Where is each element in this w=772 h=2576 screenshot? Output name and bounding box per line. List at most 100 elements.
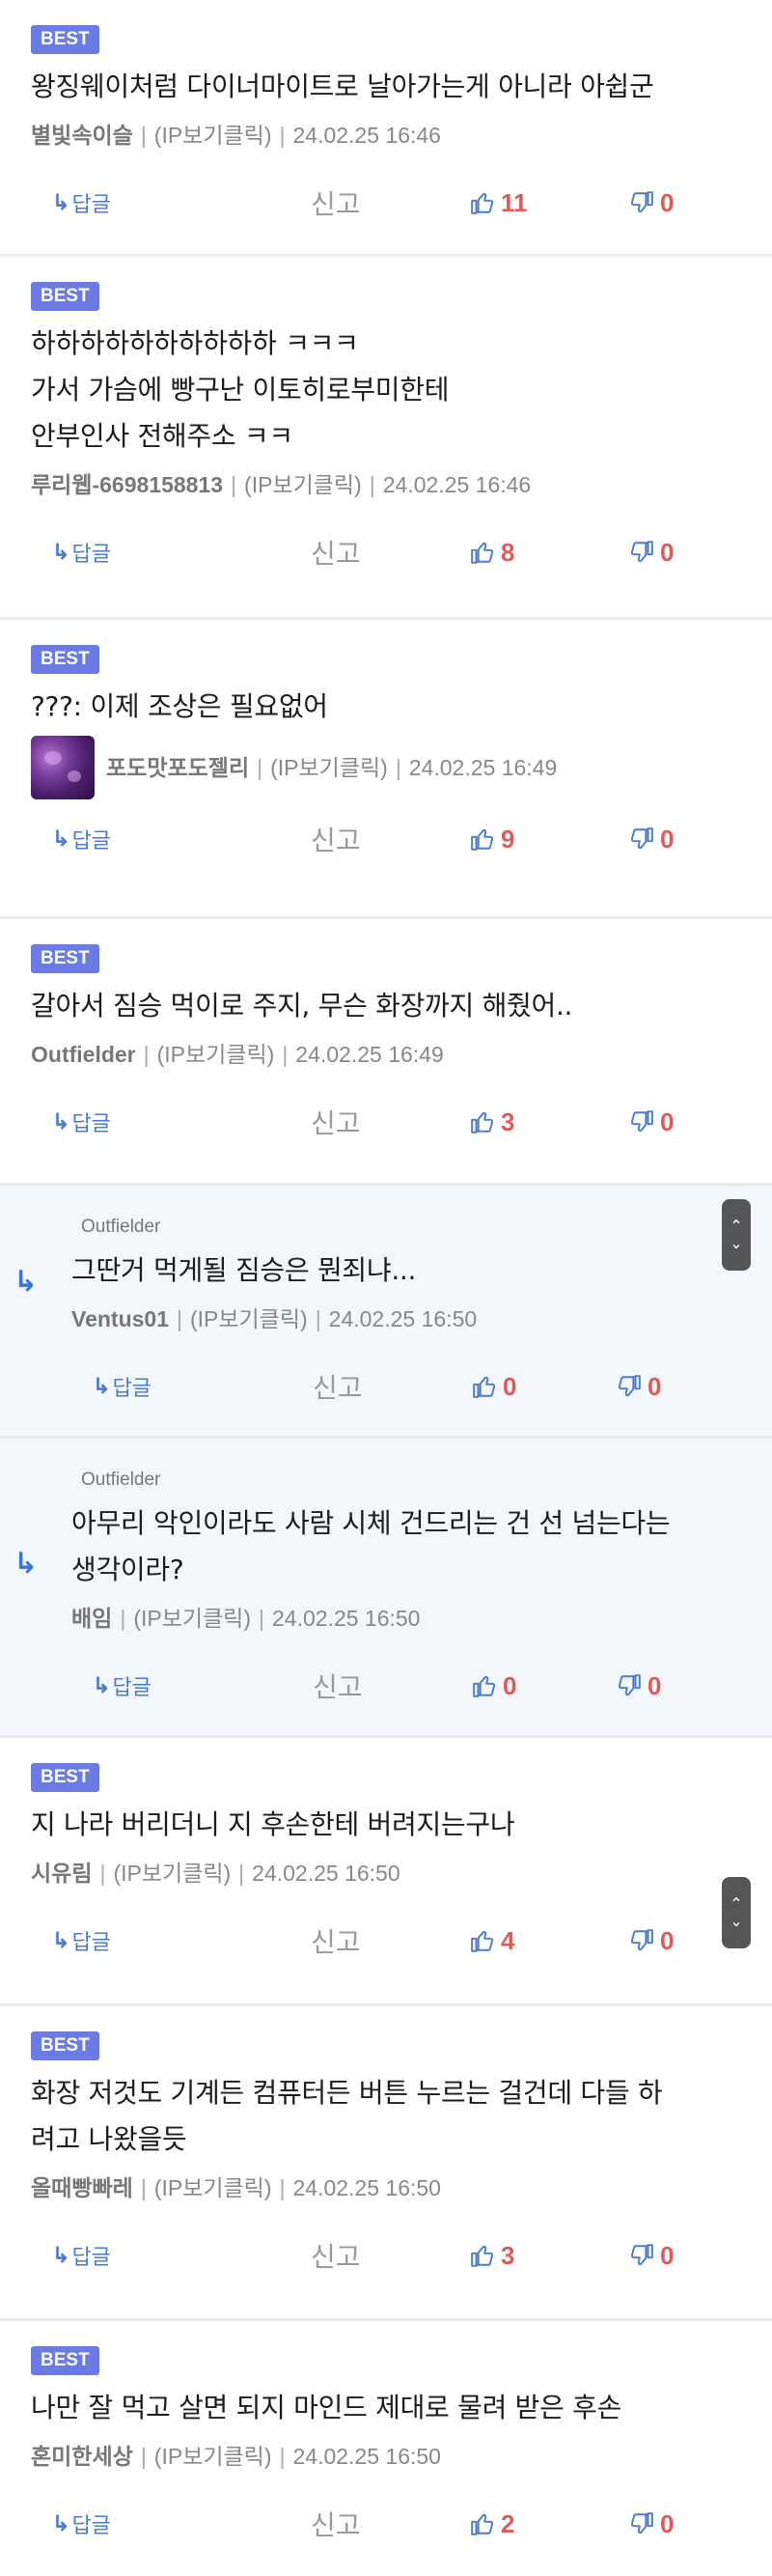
comment-text: 그딴거 먹게될 짐승은 뭔죄냐... [71, 1254, 417, 1286]
nickname[interactable]: 올때빵빠레 [31, 2169, 133, 2207]
nickname[interactable]: Outfielder [31, 1035, 136, 1074]
timestamp: 24.02.25 16:46 [382, 472, 532, 497]
thumbs-up-icon [471, 1930, 494, 1952]
comment-meta: 혼미한세상 | (IP보기클릭) | 24.02.25 16:50 [31, 2437, 741, 2476]
ip-link[interactable]: (IP보기클릭) [190, 1300, 308, 1338]
report-button[interactable]: 신고 [311, 1103, 470, 1141]
ip-link[interactable]: (IP보기클릭) [154, 2437, 272, 2476]
like-button[interactable]: 0 [472, 1372, 617, 1402]
best-badge: BEST [31, 944, 99, 973]
ip-link[interactable]: (IP보기클릭) [133, 1599, 251, 1638]
report-button[interactable]: 신고 [313, 1367, 472, 1406]
divider: | [143, 1042, 150, 1067]
reply-arrow-icon: ↳ [93, 1673, 111, 1697]
comment-item: BEST 하하하하하하하하하하 ㅋㅋㅋ 가서 가슴에 빵구난 이토히로부미한테 … [0, 257, 772, 620]
report-button[interactable]: 신고 [313, 1666, 472, 1705]
dislike-button[interactable]: 0 [629, 2241, 674, 2271]
ip-link[interactable]: (IP보기클릭) [157, 1035, 275, 1074]
like-button[interactable]: 3 [470, 2241, 629, 2271]
report-button[interactable]: 신고 [311, 820, 470, 858]
like-button[interactable]: 11 [470, 188, 629, 218]
like-button[interactable]: 8 [470, 538, 629, 568]
nickname[interactable]: 시유림 [31, 1854, 92, 1892]
comment-text: 갈아서 짐승 먹이로 주지, 무슨 화장까지 해줬어.. [31, 990, 573, 1022]
report-button[interactable]: 신고 [311, 183, 470, 222]
reply-button[interactable]: ↳ 답글 [31, 2240, 311, 2271]
divider: | [257, 755, 263, 780]
like-button[interactable]: 9 [470, 825, 629, 854]
divider: | [395, 755, 401, 780]
dislike-button[interactable]: 0 [629, 1926, 674, 1956]
thumbs-up-icon [471, 828, 494, 851]
like-button[interactable]: 4 [470, 1926, 629, 1956]
thumbs-down-icon [630, 827, 653, 850]
nickname[interactable]: 배임 [71, 1599, 112, 1638]
divider: | [177, 1306, 182, 1331]
divider: | [140, 2175, 147, 2200]
timestamp: 24.02.25 16:50 [292, 2175, 441, 2200]
timestamp: 24.02.25 16:46 [292, 123, 441, 148]
reply-arrow-icon: ↳ [52, 190, 70, 214]
dislike-button[interactable]: 0 [629, 1107, 674, 1137]
divider: | [369, 472, 375, 497]
reply-item: Outfielder ↳ 아무리 악인이라도 사람 시체 건드리는 건 선 넘는… [0, 1439, 772, 1738]
reply-button[interactable]: ↳ 답글 [31, 2508, 311, 2539]
like-button[interactable]: 2 [470, 2509, 629, 2539]
reply-button[interactable]: ↳ 답글 [31, 1106, 311, 1137]
thumbs-up-icon [473, 1675, 496, 1697]
reply-button[interactable]: ↳ 답글 [31, 187, 311, 218]
reply-button[interactable]: ↳ 답글 [71, 1670, 313, 1701]
dislike-button[interactable]: 0 [629, 538, 674, 568]
nickname[interactable]: 루리웹-6698158813 [31, 465, 223, 504]
comment-actions: ↳ 답글 신고 3 0 [31, 1074, 741, 1170]
comment-actions: ↳ 답글 신고 2 0 [31, 2476, 741, 2572]
reply-indicator-icon: ↳ [14, 1265, 39, 1299]
dislike-button[interactable]: 0 [629, 2509, 674, 2539]
ip-link[interactable]: (IP보기클릭) [113, 1854, 231, 1892]
reply-target: Outfielder [81, 1470, 161, 1490]
scroll-handle[interactable]: ⌃ ⌄ [722, 1877, 751, 1948]
ip-link[interactable]: (IP보기클릭) [154, 2169, 272, 2207]
best-badge: BEST [31, 25, 99, 54]
thumbs-down-icon [630, 1929, 653, 1951]
thumbs-up-icon [471, 1111, 494, 1134]
chevron-up-icon: ⌃ [730, 1894, 743, 1913]
report-button[interactable]: 신고 [311, 533, 470, 572]
like-button[interactable]: 3 [470, 1107, 629, 1137]
timestamp: 24.02.25 16:49 [408, 755, 558, 780]
reply-indicator-icon: ↳ [14, 1547, 39, 1581]
report-button[interactable]: 신고 [311, 2236, 470, 2275]
comment-item: BEST 나만 잘 먹고 살면 되지 마인드 제대로 물려 받은 후손 혼미한세… [0, 2321, 772, 2576]
grape-jelly-avatar[interactable] [31, 736, 95, 799]
nickname[interactable]: Ventus01 [71, 1300, 169, 1338]
ip-link[interactable]: (IP보기클릭) [244, 465, 362, 504]
thumbs-down-icon [630, 2512, 653, 2534]
reply-button[interactable]: ↳ 답글 [71, 1371, 313, 1402]
comment-actions: ↳ 답글 신고 4 0 [31, 1892, 741, 1989]
nickname[interactable]: 혼미한세상 [31, 2437, 133, 2476]
divider: | [279, 2444, 286, 2469]
thumbs-up-icon [471, 192, 494, 214]
report-button[interactable]: 신고 [311, 1921, 470, 1960]
dislike-button[interactable]: 0 [617, 1372, 661, 1402]
comment-item: ⌃ ⌄ BEST 지 나라 버리더니 지 후손한테 버려지는구나 시유림 | (… [0, 1738, 772, 2006]
dislike-button[interactable]: 0 [617, 1671, 661, 1701]
nickname[interactable]: 포도맛포도젤리 [106, 748, 249, 787]
reply-button[interactable]: ↳ 답글 [31, 1925, 311, 1956]
reply-button[interactable]: ↳ 답글 [31, 537, 311, 568]
like-button[interactable]: 0 [472, 1671, 617, 1701]
dislike-button[interactable]: 0 [629, 825, 674, 854]
scroll-handle[interactable]: ⌃ ⌄ [722, 1199, 751, 1271]
comment-actions: ↳ 답글 신고 9 0 [31, 799, 741, 879]
divider: | [238, 1861, 245, 1886]
nickname[interactable]: 별빛속이슬 [31, 116, 133, 154]
ip-link[interactable]: (IP보기클릭) [154, 116, 272, 154]
reply-arrow-icon: ↳ [93, 1374, 111, 1398]
reply-arrow-icon: ↳ [52, 1109, 70, 1134]
comment-actions: ↳ 답글 신고 0 0 [71, 1638, 741, 1734]
reply-button[interactable]: ↳ 답글 [31, 824, 311, 854]
ip-link[interactable]: (IP보기클릭) [270, 748, 388, 787]
dislike-button[interactable]: 0 [629, 188, 674, 218]
report-button[interactable]: 신고 [311, 2505, 470, 2543]
chevron-up-icon: ⌃ [730, 1217, 743, 1235]
